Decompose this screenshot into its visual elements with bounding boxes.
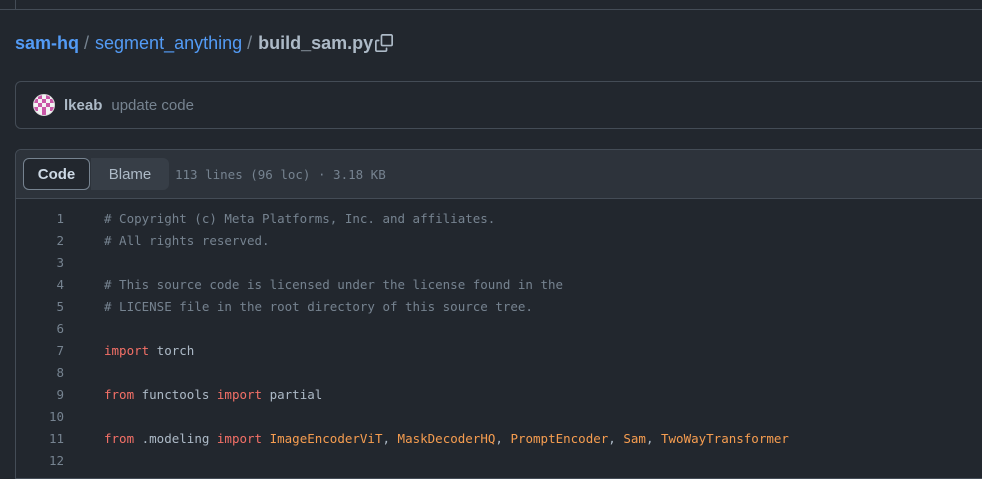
author-avatar[interactable]: [33, 94, 55, 116]
line-number[interactable]: 8: [16, 365, 64, 380]
code-line: 10: [16, 405, 982, 427]
code-token-keyword: import: [216, 386, 263, 402]
tab-blame[interactable]: Blame: [91, 158, 169, 190]
code-line: 9 from functools import partial: [16, 383, 982, 405]
breadcrumb-folder-link[interactable]: segment_anything: [95, 33, 242, 54]
code-body[interactable]: 1 # Copyright (c) Meta Platforms, Inc. an…: [16, 199, 982, 471]
code-line: 4 # This source code is licensed under th…: [16, 273, 982, 295]
code-token-keyword: from: [104, 386, 135, 402]
line-number[interactable]: 4: [16, 277, 64, 292]
code-token-plain: partial: [262, 386, 323, 402]
line-number[interactable]: 3: [16, 255, 64, 270]
code-token-plain: .modeling: [134, 430, 217, 446]
code-line: 6: [16, 317, 982, 339]
code-token-comment: # This source code is licensed under the…: [104, 276, 564, 292]
breadcrumb: sam-hq / segment_anything / build_sam.py: [15, 31, 373, 55]
code-token-plain: ,: [495, 430, 511, 446]
file-viewer: Code Blame 113 lines (96 loc) · 3.18 KB …: [15, 149, 982, 479]
code-token-plain: ,: [382, 430, 398, 446]
identicon-avatar: [34, 95, 54, 115]
line-content: from functools import partial: [104, 387, 322, 402]
line-number[interactable]: 11: [16, 431, 64, 446]
tab-code[interactable]: Code: [23, 158, 90, 190]
line-content: from .modeling import ImageEncoderViT, M…: [104, 431, 789, 446]
code-line: 2 # All rights reserved.: [16, 229, 982, 251]
breadcrumb-separator: /: [247, 32, 253, 53]
code-token-keyword: import: [216, 430, 263, 446]
code-token-comment: # LICENSE file in the root directory of …: [104, 298, 533, 314]
code-token-class: ImageEncoderViT: [269, 430, 383, 446]
line-number[interactable]: 10: [16, 409, 64, 424]
code-line: 1 # Copyright (c) Meta Platforms, Inc. an…: [16, 207, 982, 229]
code-line: 12: [16, 449, 982, 471]
breadcrumb-separator: /: [84, 32, 90, 53]
line-number[interactable]: 5: [16, 299, 64, 314]
line-number[interactable]: 9: [16, 387, 64, 402]
line-number[interactable]: 1: [16, 211, 64, 226]
code-token-plain: ,: [608, 430, 624, 446]
file-header: Code Blame 113 lines (96 loc) · 3.18 KB: [16, 150, 982, 199]
code-line: 7 import torch: [16, 339, 982, 361]
divider-tick: [15, 0, 16, 9]
line-content: import torch: [104, 343, 194, 358]
line-content: # This source code is licensed under the…: [104, 277, 563, 292]
code-token-plain: torch: [149, 342, 195, 358]
breadcrumb-current-file: build_sam.py: [258, 32, 374, 53]
line-number[interactable]: 12: [16, 453, 64, 468]
code-token-class: PromptEncoder: [510, 430, 609, 446]
code-token-plain: ,: [645, 430, 661, 446]
commit-message-link[interactable]: update code: [111, 97, 194, 114]
line-number[interactable]: 7: [16, 343, 64, 358]
line-number[interactable]: 2: [16, 233, 64, 248]
top-divider: [0, 0, 982, 10]
code-token-plain: functools: [134, 386, 217, 402]
latest-commit-box: lkeab update code: [15, 81, 982, 129]
code-token-keyword: from: [104, 430, 135, 446]
code-token-class: Sam: [623, 430, 646, 446]
line-content: # Copyright (c) Meta Platforms, Inc. and…: [104, 211, 495, 226]
view-toggle: Code Blame: [23, 158, 169, 190]
code-token-class: TwoWayTransformer: [661, 430, 789, 446]
code-token-comment: # All rights reserved.: [104, 232, 270, 248]
line-content: # All rights reserved.: [104, 233, 270, 248]
commit-author-link[interactable]: lkeab: [64, 97, 102, 114]
code-token-comment: # Copyright (c) Meta Platforms, Inc. and…: [104, 210, 496, 226]
file-info: 113 lines (96 loc) · 3.18 KB: [175, 166, 386, 182]
line-number[interactable]: 6: [16, 321, 64, 336]
code-line: 8: [16, 361, 982, 383]
code-line: 11 from .modeling import ImageEncoderViT,…: [16, 427, 982, 449]
breadcrumb-repo-link[interactable]: sam-hq: [15, 33, 79, 54]
copy-path-button[interactable]: [372, 31, 396, 55]
line-content: # LICENSE file in the root directory of …: [104, 299, 533, 314]
code-token-keyword: import: [104, 342, 150, 358]
code-token-class: MaskDecoderHQ: [397, 430, 496, 446]
copy-icon: [375, 34, 393, 52]
code-line: 3: [16, 251, 982, 273]
code-line: 5 # LICENSE file in the root directory of…: [16, 295, 982, 317]
